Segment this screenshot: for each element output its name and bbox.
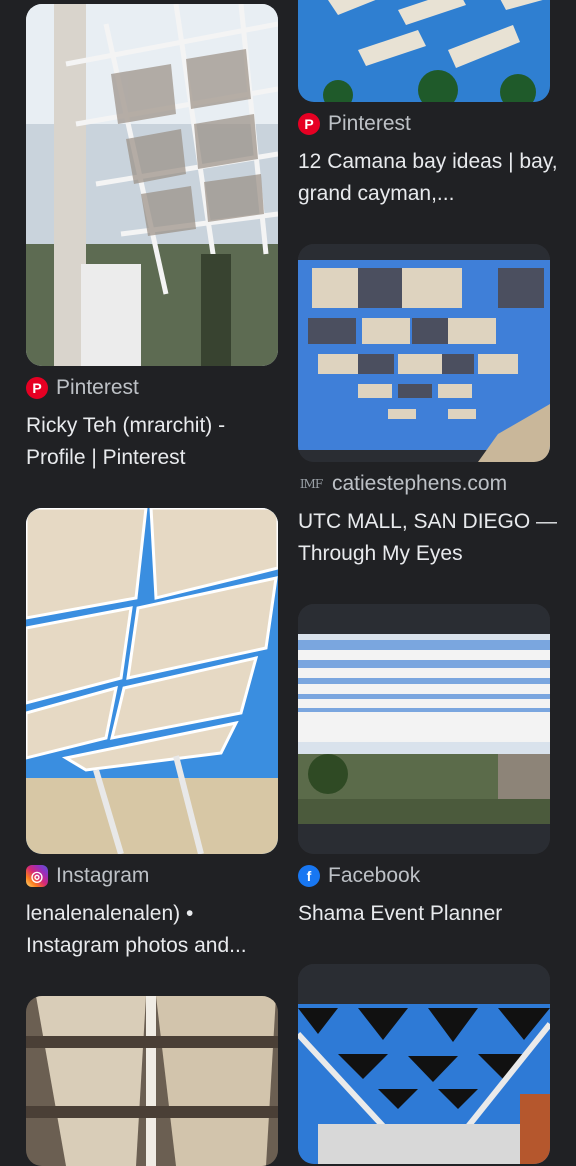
canopy-photo [298, 244, 550, 462]
result-source-utc-mall[interactable]: IMF catiestephens.com [298, 472, 507, 496]
result-image-camana-bay[interactable] [298, 0, 550, 102]
canopy-photo [298, 0, 550, 102]
canopy-photo [26, 4, 278, 366]
imf-site-icon: IMF [299, 477, 323, 491]
result-source-ricky-teh[interactable]: P Pinterest [26, 376, 139, 400]
result-image-partial-right[interactable] [298, 964, 550, 1164]
result-title-camana-bay[interactable]: 12 Camana bay ideas | bay, grand cayman,… [298, 146, 558, 210]
result-source-shama[interactable]: f Facebook [298, 864, 420, 888]
result-image-utc-mall[interactable] [298, 244, 550, 462]
result-image-instagram[interactable] [26, 508, 278, 854]
source-label: Facebook [328, 864, 421, 887]
pinterest-icon: P [298, 113, 320, 135]
instagram-icon: ◎ [26, 865, 48, 887]
canopy-photo [26, 996, 278, 1166]
result-image-shama[interactable] [298, 604, 550, 854]
pinterest-icon: P [26, 377, 48, 399]
result-image-partial-left[interactable] [26, 996, 278, 1166]
result-source-instagram[interactable]: ◎ Instagram [26, 864, 149, 888]
source-label: Pinterest [328, 112, 411, 135]
result-source-camana-bay[interactable]: P Pinterest [298, 112, 411, 136]
source-label: Pinterest [56, 376, 139, 399]
source-label: Instagram [56, 864, 150, 887]
result-title-shama[interactable]: Shama Event Planner [298, 898, 558, 930]
canopy-photo [298, 604, 550, 854]
result-title-ricky-teh[interactable]: Ricky Teh (mrarchit) - Profile | Pintere… [26, 410, 286, 474]
canopy-photo [26, 508, 278, 854]
facebook-icon: f [298, 865, 320, 887]
result-title-utc-mall[interactable]: UTC MALL, SAN DIEGO — Through My Eyes [298, 506, 558, 570]
source-label: catiestephens.com [332, 472, 508, 495]
canopy-photo [298, 964, 550, 1164]
result-image-ricky-teh[interactable] [26, 4, 278, 366]
result-title-instagram[interactable]: lenalenalenalen) • Instagram photos and.… [26, 898, 286, 962]
